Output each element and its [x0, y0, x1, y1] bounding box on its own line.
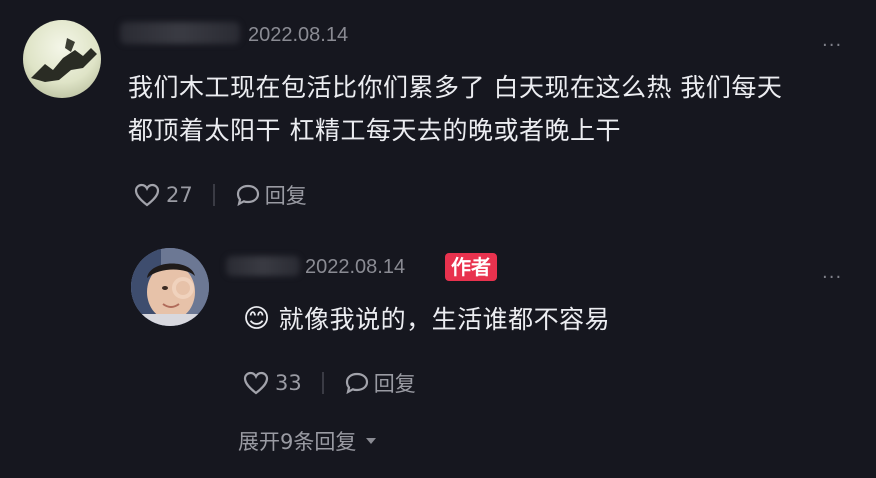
reply-text: 😊 就像我说的，生活谁都不容易	[243, 298, 610, 341]
smile-emoji-icon: 😊	[243, 304, 271, 334]
expand-replies-label: 展开9条回复	[238, 430, 357, 454]
comment-date: 2022.08.14	[248, 24, 349, 46]
comment-text: 我们木工现在包活比你们累多了 白天现在这么热 我们每天 都顶着太阳干 杠精工每天…	[128, 66, 868, 152]
reply-button[interactable]: 回复	[344, 368, 416, 398]
reply-date: 2022.08.14	[305, 256, 406, 278]
speech-bubble-icon	[345, 372, 368, 395]
like-button[interactable]: 33	[243, 371, 302, 395]
action-divider	[321, 372, 324, 394]
username-blurred	[226, 256, 300, 276]
like-count: 33	[275, 371, 302, 395]
like-count: 27	[166, 183, 193, 207]
comment-actions: 27 回复	[134, 180, 307, 210]
comment-avatar[interactable]	[23, 20, 101, 98]
reply-actions: 33 回复	[243, 368, 416, 398]
reply-label: 回复	[264, 184, 307, 208]
action-divider	[212, 184, 215, 206]
speech-bubble-icon	[236, 184, 259, 207]
comment-text-line-2: 都顶着太阳干 杠精工每天去的晚或者晚上干	[128, 116, 621, 145]
comment-more-icon[interactable]: ...	[822, 30, 842, 51]
reply-button[interactable]: 回复	[235, 180, 307, 210]
like-button[interactable]: 27	[134, 183, 193, 207]
username-blurred	[120, 22, 240, 44]
comment-text-line-1: 我们木工现在包活比你们累多了 白天现在这么热 我们每天	[128, 73, 783, 102]
caret-down-icon	[366, 438, 377, 444]
reply-label: 回复	[373, 372, 416, 396]
reply-more-icon[interactable]: ...	[822, 262, 842, 283]
expand-replies-button[interactable]: 展开9条回复	[238, 426, 378, 456]
author-badge: 作者	[445, 253, 497, 281]
reply-text-body: 就像我说的，生活谁都不容易	[278, 305, 611, 334]
avatar-image	[31, 38, 97, 82]
reply-avatar[interactable]	[131, 248, 209, 326]
heart-icon	[134, 183, 160, 207]
avatar-image	[131, 248, 209, 326]
heart-icon	[243, 371, 269, 395]
